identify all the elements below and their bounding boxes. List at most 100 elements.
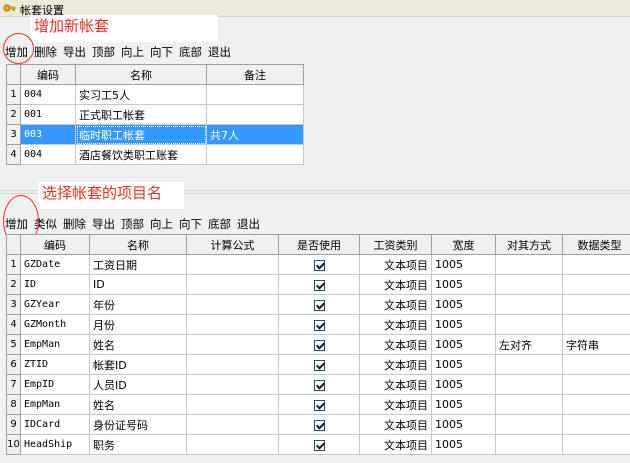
used-checkbox[interactable] bbox=[313, 439, 325, 451]
table-row[interactable]: 3 GZYear 年份 文本项目 1005 bbox=[6, 294, 630, 315]
category-cell[interactable]: 文本项目 bbox=[359, 274, 432, 295]
code-cell[interactable]: GZDate bbox=[20, 254, 90, 275]
toolbar-button[interactable]: 删除 bbox=[32, 44, 59, 60]
code-cell[interactable]: HeadShip bbox=[20, 434, 90, 455]
formula-cell[interactable] bbox=[186, 254, 279, 275]
code-cell[interactable]: EmpMan bbox=[20, 334, 90, 355]
table-row[interactable]: 8 EmpMan 姓名 文本项目 1005 bbox=[6, 394, 630, 415]
column-header[interactable]: 是否使用 bbox=[278, 234, 360, 255]
used-cell[interactable] bbox=[278, 434, 360, 455]
datatype-cell[interactable] bbox=[562, 274, 630, 295]
datatype-cell[interactable] bbox=[562, 374, 630, 395]
name-cell[interactable]: 临时职工帐套 bbox=[75, 124, 207, 145]
align-cell[interactable] bbox=[495, 354, 563, 375]
table-row[interactable]: 2 001 正式职工帐套 bbox=[6, 104, 304, 125]
table-row[interactable]: 7 EmpID 人员ID 文本项目 1005 bbox=[6, 374, 630, 395]
width-cell[interactable]: 1005 bbox=[431, 354, 496, 375]
name-cell[interactable]: 月份 bbox=[89, 314, 187, 335]
table-row[interactable]: 3 003 临时职工帐套 共7人 bbox=[6, 124, 304, 145]
name-cell[interactable]: 姓名 bbox=[89, 334, 187, 355]
used-cell[interactable] bbox=[278, 294, 360, 315]
align-cell[interactable] bbox=[495, 254, 563, 275]
toolbar-button[interactable]: 向上 bbox=[119, 44, 146, 60]
align-cell[interactable] bbox=[495, 374, 563, 395]
datatype-cell[interactable] bbox=[562, 414, 630, 435]
used-cell[interactable] bbox=[278, 414, 360, 435]
column-header[interactable]: 工资类别 bbox=[359, 234, 432, 255]
datatype-cell[interactable] bbox=[562, 314, 630, 335]
used-cell[interactable] bbox=[278, 254, 360, 275]
toolbar-button[interactable]: 底部 bbox=[177, 44, 204, 60]
name-cell[interactable]: ID bbox=[89, 274, 187, 295]
datatype-cell[interactable] bbox=[562, 394, 630, 415]
toolbar-button[interactable]: 底部 bbox=[206, 216, 233, 232]
column-header[interactable]: 数据类型 bbox=[562, 234, 630, 255]
used-checkbox[interactable] bbox=[313, 359, 325, 371]
code-cell[interactable]: 004 bbox=[20, 84, 76, 105]
category-cell[interactable]: 文本项目 bbox=[359, 394, 432, 415]
column-header[interactable]: 编码 bbox=[20, 234, 90, 255]
used-checkbox[interactable] bbox=[313, 299, 325, 311]
width-cell[interactable]: 1005 bbox=[431, 334, 496, 355]
table-row[interactable]: 5 EmpMan 姓名 文本项目 1005 左对齐 字符串 bbox=[6, 334, 630, 355]
toolbar-button[interactable]: 顶部 bbox=[119, 216, 146, 232]
datatype-cell[interactable]: 字符串 bbox=[562, 334, 630, 355]
toolbar-button[interactable]: 导出 bbox=[90, 216, 117, 232]
name-cell[interactable]: 职务 bbox=[89, 434, 187, 455]
code-cell[interactable]: 004 bbox=[20, 144, 76, 165]
table-row[interactable]: 1 GZDate 工资日期 文本项目 1005 bbox=[6, 254, 630, 275]
width-cell[interactable]: 1005 bbox=[431, 274, 496, 295]
column-header[interactable]: 计算公式 bbox=[186, 234, 279, 255]
used-cell[interactable] bbox=[278, 374, 360, 395]
note-cell[interactable] bbox=[206, 104, 304, 125]
formula-cell[interactable] bbox=[186, 434, 279, 455]
category-cell[interactable]: 文本项目 bbox=[359, 434, 432, 455]
used-checkbox[interactable] bbox=[313, 399, 325, 411]
formula-cell[interactable] bbox=[186, 334, 279, 355]
toolbar-button[interactable]: 退出 bbox=[206, 44, 233, 60]
formula-cell[interactable] bbox=[186, 394, 279, 415]
used-cell[interactable] bbox=[278, 394, 360, 415]
code-cell[interactable]: 003 bbox=[20, 124, 76, 145]
name-cell[interactable]: 帐套ID bbox=[89, 354, 187, 375]
used-checkbox[interactable] bbox=[313, 339, 325, 351]
datatype-cell[interactable] bbox=[562, 434, 630, 455]
name-cell[interactable]: 年份 bbox=[89, 294, 187, 315]
align-cell[interactable] bbox=[495, 394, 563, 415]
datatype-cell[interactable] bbox=[562, 254, 630, 275]
table-row[interactable]: 10 HeadShip 职务 文本项目 1005 bbox=[6, 434, 630, 455]
width-cell[interactable]: 1005 bbox=[431, 374, 496, 395]
align-cell[interactable] bbox=[495, 314, 563, 335]
table-row[interactable]: 9 IDCard 身份证号码 文本项目 1005 bbox=[6, 414, 630, 435]
used-checkbox[interactable] bbox=[313, 419, 325, 431]
datatype-cell[interactable] bbox=[562, 354, 630, 375]
formula-cell[interactable] bbox=[186, 414, 279, 435]
width-cell[interactable]: 1005 bbox=[431, 414, 496, 435]
name-cell[interactable]: 正式职工帐套 bbox=[75, 104, 207, 125]
name-cell[interactable]: 人员ID bbox=[89, 374, 187, 395]
align-cell[interactable] bbox=[495, 414, 563, 435]
toolbar-button[interactable]: 导出 bbox=[61, 44, 88, 60]
width-cell[interactable]: 1005 bbox=[431, 294, 496, 315]
align-cell[interactable] bbox=[495, 274, 563, 295]
table-row[interactable]: 2 ID ID 文本项目 1005 bbox=[6, 274, 630, 295]
category-cell[interactable]: 文本项目 bbox=[359, 254, 432, 275]
width-cell[interactable]: 1005 bbox=[431, 254, 496, 275]
code-cell[interactable]: EmpID bbox=[20, 374, 90, 395]
table-row[interactable]: 4 004 酒店餐饮类职工账套 bbox=[6, 144, 304, 165]
table-row[interactable]: 6 ZTID 帐套ID 文本项目 1005 bbox=[6, 354, 630, 375]
toolbar-button[interactable]: 顶部 bbox=[90, 44, 117, 60]
code-cell[interactable]: ZTID bbox=[20, 354, 90, 375]
datatype-cell[interactable] bbox=[562, 294, 630, 315]
used-cell[interactable] bbox=[278, 334, 360, 355]
toolbar-button[interactable]: 向下 bbox=[177, 216, 204, 232]
table-row[interactable]: 1 004 实习工5人 bbox=[6, 84, 304, 105]
category-cell[interactable]: 文本项目 bbox=[359, 354, 432, 375]
align-cell[interactable] bbox=[495, 434, 563, 455]
category-cell[interactable]: 文本项目 bbox=[359, 314, 432, 335]
category-cell[interactable]: 文本项目 bbox=[359, 414, 432, 435]
name-cell[interactable]: 酒店餐饮类职工账套 bbox=[75, 144, 207, 165]
name-cell[interactable]: 工资日期 bbox=[89, 254, 187, 275]
code-cell[interactable]: IDCard bbox=[20, 414, 90, 435]
table-row[interactable]: 4 GZMonth 月份 文本项目 1005 bbox=[6, 314, 630, 335]
